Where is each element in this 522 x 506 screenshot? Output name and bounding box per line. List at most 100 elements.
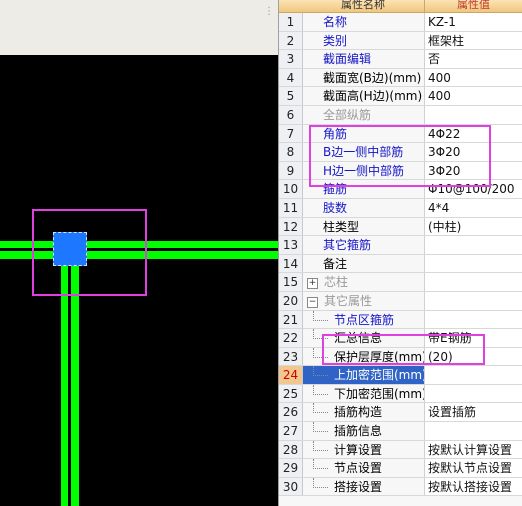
property-row[interactable]: 24 上加密范围(mm) <box>279 366 522 385</box>
property-value[interactable] <box>425 254 522 273</box>
property-value[interactable]: 按默认节点设置 <box>425 459 522 477</box>
row-number: 27 <box>279 422 303 440</box>
property-value[interactable]: 400 <box>425 87 522 105</box>
property-name: 节点设置 <box>303 459 425 477</box>
column-highlight-box <box>32 209 147 296</box>
property-row[interactable]: 28 计算设置 按默认计算设置 <box>279 440 522 460</box>
property-name: 计算设置 <box>303 440 425 459</box>
property-name: 搭接设置 <box>303 477 425 496</box>
property-value[interactable] <box>425 236 522 254</box>
row-number: 23 <box>279 347 303 366</box>
property-row[interactable]: 27 插筋信息 <box>279 422 522 441</box>
property-row[interactable]: 5 截面高(H边)(mm) 400 <box>279 87 522 106</box>
property-value[interactable]: 400 <box>425 68 522 87</box>
row-number: 29 <box>279 459 303 477</box>
property-value[interactable] <box>425 384 522 403</box>
property-name-text: 柱类型 <box>323 219 360 234</box>
row-number: 10 <box>279 180 303 198</box>
row-number: 6 <box>279 105 303 124</box>
property-name: 下加密范围(mm) <box>303 384 425 403</box>
property-name-text: 名称 <box>323 15 348 29</box>
property-name-text: 截面编辑 <box>323 52 372 67</box>
property-value[interactable] <box>425 366 522 384</box>
property-value[interactable] <box>425 105 522 124</box>
row-number: 11 <box>279 198 303 217</box>
expand-icon[interactable]: + <box>307 278 318 290</box>
property-row[interactable]: 26 插筋构造 设置插筋 <box>279 403 522 423</box>
property-value[interactable]: 4*4 <box>425 198 522 217</box>
toolbar-grip-icon: ⋮ <box>264 6 275 17</box>
property-name-text: 截面宽(B边)(mm) <box>323 70 422 85</box>
property-value[interactable]: 按默认计算设置 <box>425 440 522 459</box>
property-name: − 其它属性 <box>303 291 425 310</box>
row-number: 20 <box>279 291 303 310</box>
property-row[interactable]: 4 截面宽(B边)(mm) 400 <box>279 68 522 88</box>
property-value[interactable] <box>425 273 522 291</box>
property-row[interactable]: 1 名称 KZ-1 <box>279 13 522 32</box>
property-name-text: 上加密范围(mm) <box>334 368 425 383</box>
row-number: 7 <box>279 124 303 143</box>
drawing-canvas[interactable] <box>0 55 278 506</box>
property-name-text: 计算设置 <box>334 442 383 457</box>
row-number: 9 <box>279 161 303 180</box>
property-value[interactable]: 框架柱 <box>425 31 522 50</box>
property-row[interactable]: 21 节点区箍筋 <box>279 310 522 330</box>
property-name: 肢数 <box>303 198 425 217</box>
property-value[interactable]: KZ-1 <box>425 13 522 31</box>
property-name: 类别 <box>303 31 425 50</box>
property-name: 插筋信息 <box>303 422 425 440</box>
property-row[interactable]: 14 备注 <box>279 254 522 274</box>
property-row[interactable]: 12 柱类型 (中柱) <box>279 217 522 237</box>
property-value[interactable] <box>425 291 522 310</box>
row-number: 26 <box>279 403 303 422</box>
property-row[interactable]: 2 类别 框架柱 <box>279 31 522 51</box>
property-grid[interactable]: 属性名称 属性值 1 名称 KZ-1 2 类别 框架柱 3 截面编辑 否 4 截面宽(B边)(mm)… <box>278 0 522 506</box>
property-row[interactable]: 25 下加密范围(mm) <box>279 384 522 404</box>
property-name-text: 截面高(H边)(mm) <box>323 89 423 104</box>
property-name-text: 全部纵筋 <box>323 107 372 122</box>
property-row[interactable]: 6 全部纵筋 <box>279 105 522 125</box>
property-name-text: 插筋构造 <box>334 405 383 420</box>
property-name-text: 肢数 <box>323 200 348 215</box>
row-number: 3 <box>279 50 303 68</box>
row-number: 30 <box>279 477 303 496</box>
property-name: 插筋构造 <box>303 403 425 422</box>
property-value[interactable] <box>425 422 522 440</box>
canvas-toolbar-area: ⋮ <box>0 0 278 55</box>
property-row[interactable]: 11 肢数 4*4 <box>279 198 522 218</box>
property-value[interactable]: 否 <box>425 50 522 68</box>
row-number: 21 <box>279 310 303 329</box>
collapse-icon[interactable]: − <box>307 296 318 308</box>
property-name: 节点区箍筋 <box>303 310 425 329</box>
property-value[interactable] <box>425 310 522 329</box>
property-name-text: 其它箍筋 <box>323 238 372 253</box>
row-number: 14 <box>279 254 303 273</box>
property-name: 备注 <box>303 254 425 273</box>
property-name-text: 插筋信息 <box>334 424 383 439</box>
rebar-highlight-box <box>309 125 491 187</box>
row-number: 1 <box>279 13 303 31</box>
row-number: 13 <box>279 236 303 254</box>
property-value[interactable]: 设置插筋 <box>425 403 522 422</box>
property-grid-header: 属性名称 属性值 <box>279 0 522 13</box>
property-name: 上加密范围(mm) <box>303 366 425 384</box>
property-row[interactable]: 3 截面编辑 否 <box>279 50 522 69</box>
property-row[interactable]: 29 节点设置 按默认节点设置 <box>279 459 522 478</box>
row-number: 22 <box>279 329 303 347</box>
row-number: 8 <box>279 143 303 161</box>
property-row[interactable]: 30 搭接设置 按默认搭接设置 <box>279 477 522 497</box>
property-name: 截面高(H边)(mm) <box>303 87 425 105</box>
row-number: 4 <box>279 68 303 87</box>
property-name: 截面编辑 <box>303 50 425 68</box>
header-value: 属性值 <box>424 0 522 12</box>
property-name-text: 节点区箍筋 <box>334 312 395 327</box>
property-name: 全部纵筋 <box>303 105 425 124</box>
property-row[interactable]: 15 + 芯柱 <box>279 273 522 292</box>
row-number: 2 <box>279 31 303 50</box>
header-name: 属性名称 <box>341 0 385 11</box>
property-row[interactable]: 13 其它箍筋 <box>279 236 522 255</box>
property-row[interactable]: 20− 其它属性 <box>279 291 522 311</box>
property-value[interactable]: 按默认搭接设置 <box>425 477 522 496</box>
property-name-text: 类别 <box>323 33 348 48</box>
property-value[interactable]: (中柱) <box>425 217 522 236</box>
